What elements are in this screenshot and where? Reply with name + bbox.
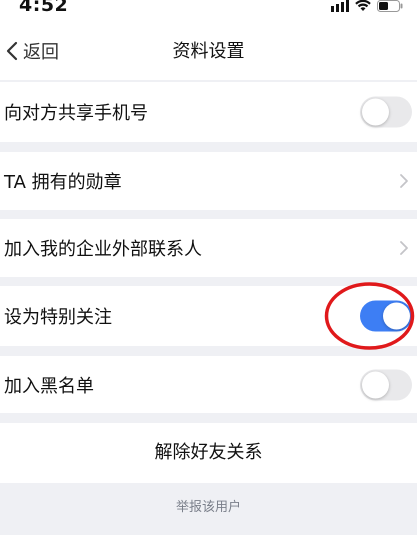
setting-label-special-attention: 设为特别关注: [4, 307, 112, 328]
system-icons: [331, 0, 403, 14]
navigation-bar: 返回 资料设置: [0, 22, 417, 80]
setting-row-enterprise-contact[interactable]: 加入我的企业外部联系人: [0, 219, 417, 277]
special-attention-toggle[interactable]: [360, 300, 412, 332]
setting-row-special-attention: 设为特别关注: [0, 286, 417, 346]
setting-label-share-phone: 向对方共享手机号: [4, 103, 148, 124]
page-title: 资料设置: [172, 41, 245, 62]
battery-icon: [377, 0, 403, 12]
status-bar: 4:52: [0, 0, 417, 22]
setting-row-share-phone: 向对方共享手机号: [0, 82, 417, 142]
signal-icon: [331, 0, 349, 12]
chevron-right-icon: [400, 241, 408, 255]
setting-label-enterprise-contact: 加入我的企业外部联系人: [4, 239, 202, 260]
remove-friend-button[interactable]: 解除好友关系: [0, 423, 417, 483]
wifi-icon: [355, 0, 371, 11]
share-phone-toggle[interactable]: [360, 96, 412, 128]
toggle-knob: [362, 98, 389, 126]
blacklist-toggle[interactable]: [360, 369, 412, 400]
toggle-knob: [362, 371, 389, 398]
screen: 4:52 返回 资料设置 向对方共享手机号 TA 拥有的勋章 加入我的企业外部联…: [0, 0, 417, 535]
setting-label-blacklist: 加入黑名单: [4, 375, 94, 397]
report-user-link[interactable]: 举报该用户: [0, 496, 417, 515]
status-time: 4:52: [19, 0, 69, 16]
setting-label-medals: TA 拥有的勋章: [4, 172, 122, 193]
toggle-knob: [383, 302, 410, 330]
setting-row-blacklist: 加入黑名单: [0, 356, 417, 413]
setting-row-medals[interactable]: TA 拥有的勋章: [0, 152, 417, 210]
chevron-right-icon: [400, 174, 408, 188]
